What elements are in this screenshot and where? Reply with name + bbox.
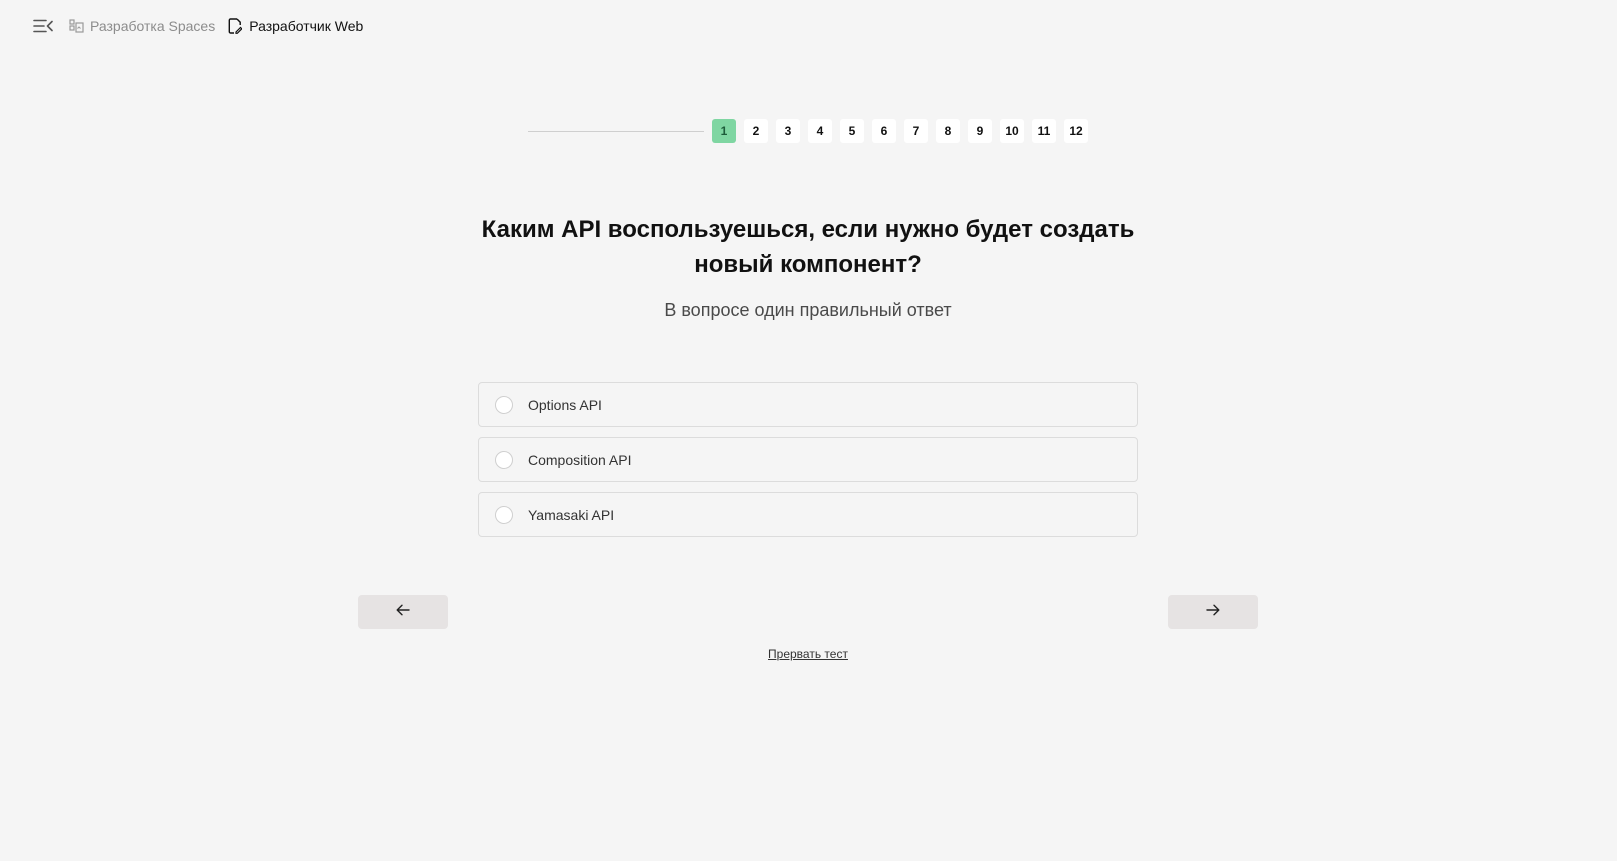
answer-option-label: Composition API bbox=[528, 451, 632, 468]
step-11[interactable]: 11 bbox=[1032, 119, 1056, 143]
radio-button[interactable] bbox=[495, 505, 513, 524]
step-3[interactable]: 3 bbox=[776, 119, 800, 143]
radio-button[interactable] bbox=[495, 450, 513, 469]
arrow-left-icon bbox=[396, 603, 410, 621]
step-2[interactable]: 2 bbox=[744, 119, 768, 143]
step-4[interactable]: 4 bbox=[808, 119, 832, 143]
breadcrumb-current: Разработчик Web bbox=[227, 18, 363, 34]
spaces-icon bbox=[68, 18, 84, 34]
step-8[interactable]: 8 bbox=[936, 119, 960, 143]
step-7[interactable]: 7 bbox=[904, 119, 928, 143]
question-title: Каким API воспользуешься, если нужно буд… bbox=[481, 216, 1135, 278]
breadcrumb-current-label: Разработчик Web bbox=[249, 18, 364, 34]
next-button[interactable] bbox=[1168, 595, 1258, 629]
step-1[interactable]: 1 bbox=[712, 119, 736, 143]
step-6[interactable]: 6 bbox=[872, 119, 896, 143]
step-10[interactable]: 10 bbox=[1000, 119, 1024, 143]
answer-option-label: Yamasaki API bbox=[528, 506, 615, 523]
step-9[interactable]: 9 bbox=[968, 119, 992, 143]
answer-option-label: Options API bbox=[528, 396, 602, 413]
menu-collapse-icon[interactable] bbox=[32, 16, 54, 36]
question-stepper: 1 2 3 4 5 6 7 8 9 10 11 12 bbox=[528, 119, 1096, 143]
top-bar: Разработка Spaces Разработчик Web bbox=[32, 16, 363, 36]
arrow-right-icon bbox=[1206, 603, 1220, 621]
step-12[interactable]: 12 bbox=[1064, 119, 1088, 143]
question-hint: В вопросе один правильный ответ bbox=[664, 300, 952, 320]
answer-option[interactable]: Yamasaki API bbox=[478, 492, 1138, 537]
document-edit-icon bbox=[227, 18, 243, 34]
breadcrumb-parent[interactable]: Разработка Spaces bbox=[68, 18, 215, 34]
answer-option[interactable]: Options API bbox=[478, 382, 1138, 427]
stepper-line bbox=[528, 130, 704, 132]
abort-test-link[interactable]: Прервать тест bbox=[708, 647, 908, 661]
answer-options: Options API Composition API Yamasaki API bbox=[478, 382, 1138, 547]
previous-button[interactable] bbox=[358, 595, 448, 629]
step-5[interactable]: 5 bbox=[840, 119, 864, 143]
radio-button[interactable] bbox=[495, 395, 513, 414]
answer-option[interactable]: Composition API bbox=[478, 437, 1138, 482]
breadcrumb-parent-label: Разработка Spaces bbox=[90, 18, 216, 34]
